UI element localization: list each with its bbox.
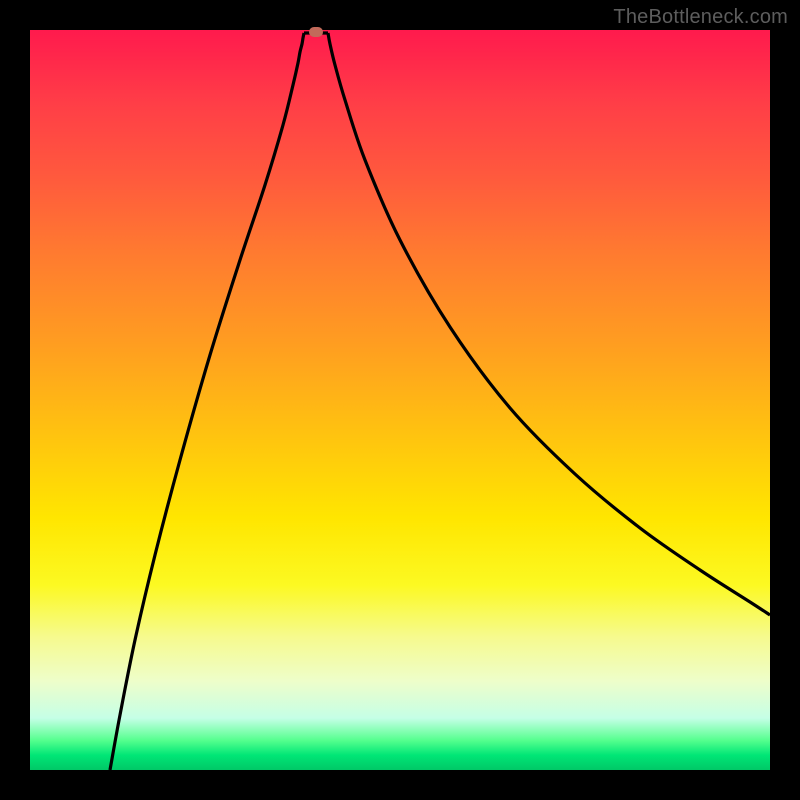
chart-frame: TheBottleneck.com xyxy=(0,0,800,800)
curve-left xyxy=(110,33,304,770)
plot-area xyxy=(30,30,770,770)
bottleneck-curve xyxy=(30,30,770,770)
optimal-point-marker xyxy=(309,27,323,37)
watermark-text: TheBottleneck.com xyxy=(613,6,788,29)
curve-right xyxy=(328,33,770,615)
